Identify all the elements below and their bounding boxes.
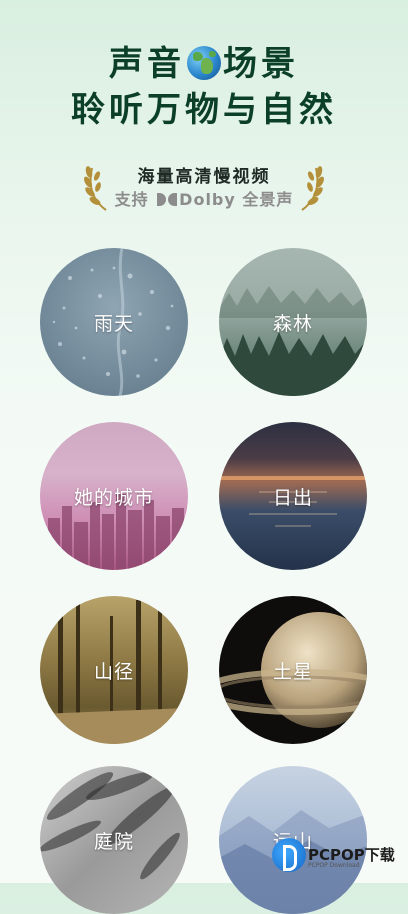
scene-courtyard[interactable]: 庭院 <box>40 766 188 914</box>
scene-saturn[interactable]: 土星 <box>219 596 367 744</box>
watermark: PCPOP下载 PCPOP Download <box>272 836 404 878</box>
pcpop-logo-icon <box>272 838 306 872</box>
scene-mountain-path[interactable]: 山径 <box>40 596 188 744</box>
badge-line1: 海量高清慢视频 <box>137 167 271 187</box>
scene-city[interactable]: 她的城市 <box>40 422 188 570</box>
page-subtitle: 聆听万物与自然 <box>71 90 337 130</box>
scene-label: 山径 <box>93 660 134 683</box>
dolby-brand: Dolby <box>179 190 236 209</box>
scene-label: 雨天 <box>93 312 134 335</box>
scene-label: 日出 <box>272 486 313 509</box>
dolby-icon <box>157 193 178 206</box>
scene-label: 土星 <box>272 660 313 683</box>
scene-label: 庭院 <box>93 830 134 853</box>
badge-prefix: 支持 <box>114 190 149 209</box>
scene-forest[interactable]: 森林 <box>219 248 367 396</box>
scene-rain[interactable]: 雨天 <box>40 248 188 396</box>
scene-sunrise[interactable]: 日出 <box>219 422 367 570</box>
page-title: 声音 场景 <box>0 42 408 86</box>
watermark-small: PCPOP Download <box>308 862 360 869</box>
award-badge: 海量高清慢视频 支持 Dolby 全景声 <box>0 158 408 218</box>
title-part1: 声音 <box>109 44 185 84</box>
globe-icon <box>187 46 221 80</box>
title-part2: 场景 <box>223 44 299 84</box>
badge-suffix: 全景声 <box>242 190 294 209</box>
badge-line2: 支持 Dolby 全景声 <box>0 186 408 210</box>
laurel-right-icon <box>301 166 324 211</box>
scene-label: 森林 <box>272 312 313 335</box>
scene-label: 她的城市 <box>73 486 154 509</box>
